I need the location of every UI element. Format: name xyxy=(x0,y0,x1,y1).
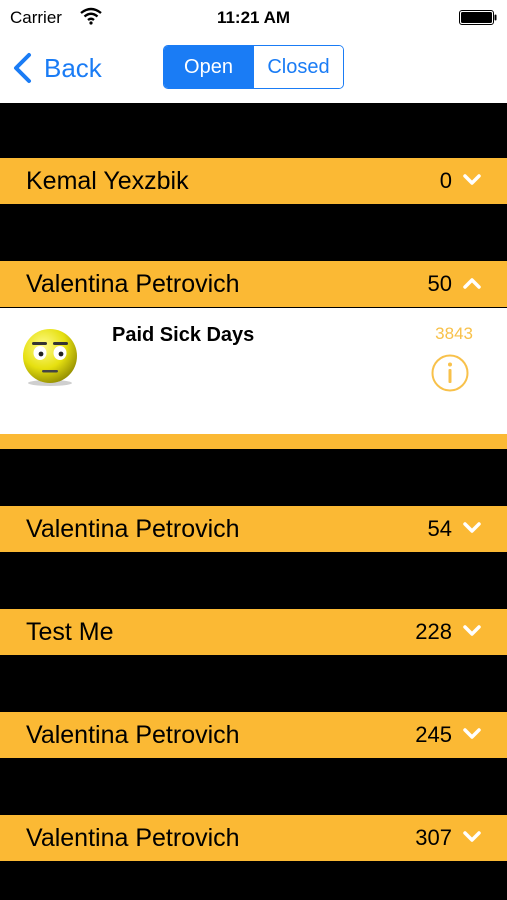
smiley-face-icon xyxy=(23,329,77,386)
back-label: Back xyxy=(44,52,102,83)
employee-name: Valentina Petrovich xyxy=(26,269,240,298)
battery-icon xyxy=(459,10,497,25)
employee-count: 0 xyxy=(439,168,452,193)
segment-closed[interactable]: Closed xyxy=(253,46,343,88)
expanded-detail-panel: Paid Sick Days 3843 xyxy=(0,308,507,434)
employee-count: 245 xyxy=(415,722,452,747)
back-button[interactable]: Back xyxy=(12,50,102,86)
open-closed-segmented-control[interactable]: Open Closed xyxy=(163,45,344,89)
employee-row[interactable]: Valentina Petrovich 245 xyxy=(0,712,507,758)
employee-name: Valentina Petrovich xyxy=(26,720,240,749)
chevron-down-icon xyxy=(463,174,481,185)
chevron-down-icon xyxy=(463,728,481,739)
clock-time: 11:21 AM xyxy=(216,8,291,27)
employee-row[interactable]: Kemal Yexzbik 0 xyxy=(0,158,507,204)
employee-row-expanded[interactable]: Valentina Petrovich 50 xyxy=(0,261,507,307)
employee-count: 50 xyxy=(427,271,452,296)
employee-row[interactable]: Valentina Petrovich 307 xyxy=(0,815,507,861)
chevron-up-icon xyxy=(463,278,481,289)
navigation-bar: Back Open Closed xyxy=(0,34,507,103)
chevron-down-icon xyxy=(463,625,481,636)
employee-name: Test Me xyxy=(26,617,114,646)
segment-open[interactable]: Open xyxy=(164,46,253,88)
employee-row[interactable]: Test Me 228 xyxy=(0,609,507,655)
chevron-down-icon xyxy=(463,522,481,533)
employee-name: Valentina Petrovich xyxy=(26,823,240,852)
chevron-left-icon xyxy=(14,53,31,83)
detail-title: Paid Sick Days xyxy=(112,324,255,346)
employee-row[interactable]: Valentina Petrovich 54 xyxy=(0,506,507,552)
expanded-detail-footer xyxy=(0,434,507,449)
employee-name: Valentina Petrovich xyxy=(26,514,240,543)
employee-count: 307 xyxy=(415,825,452,850)
chevron-down-icon xyxy=(463,831,481,842)
status-bar: Carrier 11:21 AM xyxy=(0,0,507,34)
employee-count: 228 xyxy=(415,619,452,644)
employee-name: Kemal Yexzbik xyxy=(26,166,189,195)
detail-number: 3843 xyxy=(435,324,473,343)
employee-count: 54 xyxy=(427,516,452,541)
info-icon[interactable] xyxy=(430,353,470,393)
